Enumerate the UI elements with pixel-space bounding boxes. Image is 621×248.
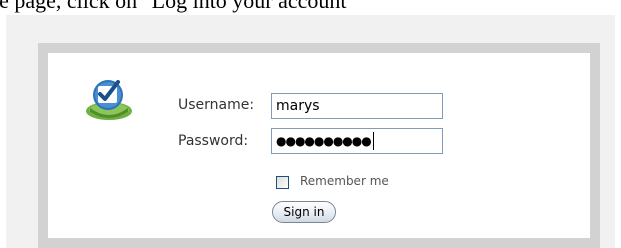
checkmark-badge-icon — [84, 78, 134, 122]
sign-in-button[interactable]: Sign in — [272, 201, 336, 223]
page-background: Username: marys Password: ●●●●●●●●●● Rem… — [6, 15, 615, 248]
instruction-caption: the page, click on "Log into your accoun… — [0, 0, 356, 13]
login-form: Username: marys Password: ●●●●●●●●●● Rem… — [48, 53, 590, 238]
password-input[interactable]: ●●●●●●●●●● — [271, 128, 443, 154]
remember-me-checkbox[interactable] — [276, 176, 289, 189]
username-value: marys — [276, 98, 320, 114]
login-frame: Username: marys Password: ●●●●●●●●●● Rem… — [38, 43, 600, 248]
password-label: Password: — [178, 133, 249, 149]
remember-me-label[interactable]: Remember me — [300, 174, 389, 188]
username-input[interactable]: marys — [271, 93, 443, 119]
username-label: Username: — [178, 97, 255, 113]
password-mask: ●●●●●●●●●● — [276, 134, 372, 148]
text-caret — [372, 132, 374, 150]
